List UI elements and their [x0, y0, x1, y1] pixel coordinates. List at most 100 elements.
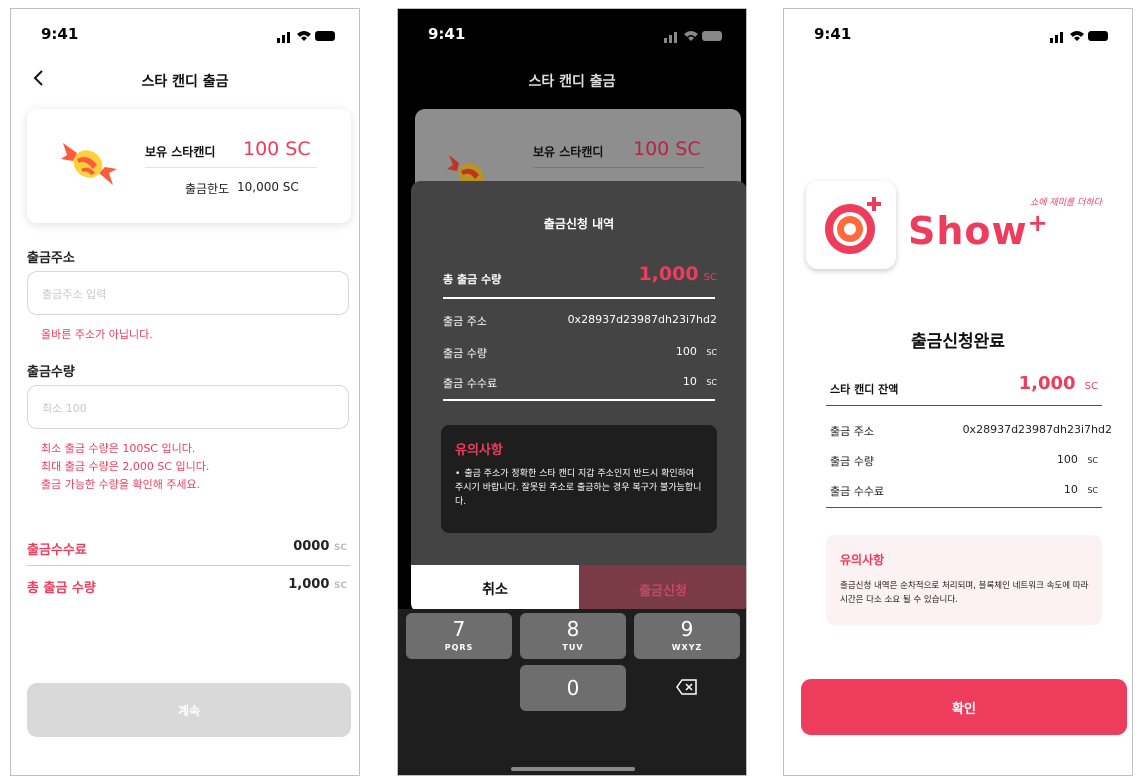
fee-label: 출금수수료: [27, 543, 87, 558]
home-indicator: [511, 767, 635, 771]
withdraw-form-screen: 9:41 스타 캔디 출금 보유 스타캔디 100 SC 출금한도 10,000…: [10, 8, 360, 776]
balance-label: 보유 스타캔디: [145, 145, 216, 159]
withdraw-complete-screen: 9:41 Show+ 쇼에 재미를 더하다 출금신청완료 스타 캔디 잔액 1,…: [783, 8, 1133, 776]
status-time: 9:41: [428, 25, 466, 43]
address-placeholder: 출금주소 입력: [42, 288, 107, 301]
status-icons: [277, 31, 335, 43]
amount-input[interactable]: 최소 100: [27, 385, 349, 429]
amount-value: 100: [675, 345, 697, 358]
key-7-number: 7: [452, 617, 466, 641]
key-0-number: 0: [566, 676, 580, 700]
backspace-icon[interactable]: [676, 679, 698, 695]
total-value: 1,000: [638, 263, 699, 285]
fee-unit: SC: [1087, 486, 1098, 495]
continue-label: 계속: [177, 704, 201, 718]
address-label: 출금 주소: [830, 425, 874, 438]
status-bar: 9:41: [784, 9, 1132, 59]
total-row-value: 1,000 SC: [638, 263, 717, 285]
fee-row-value: 10 SC: [1064, 483, 1098, 496]
amount-row-value: 100 SC: [676, 345, 717, 358]
confirm-label: 확인: [952, 702, 976, 717]
balance-row-value: 1,000 SC: [1019, 373, 1098, 394]
amount-label: 출금 수량: [443, 347, 487, 360]
key-9-number: 9: [680, 617, 694, 641]
fee-label: 출금 수수료: [443, 377, 498, 390]
total-unit: SC: [333, 581, 347, 591]
address-label: 출금 주소: [443, 315, 487, 328]
numeric-keypad: 7 PQRS 8 TUV 9 WXYZ 0: [398, 609, 746, 775]
logo-plus: +: [1027, 209, 1049, 237]
status-time: 9:41: [41, 25, 79, 43]
show-plus-logo-icon: [825, 197, 881, 254]
fee-unit: SC: [333, 543, 347, 553]
notice-text: 출금신청 내역은 순차적으로 처리되며, 블록체인 네트워크 속도에 따라 시간…: [840, 581, 1089, 605]
amount-unit: SC: [1087, 456, 1098, 465]
address-error: 올바른 주소가 아닙니다.: [41, 328, 153, 341]
fee-value: 10: [1063, 483, 1078, 496]
show-wordmark: Show+: [908, 209, 1049, 253]
amount-error-2: 최대 출금 수량은 2,000 SC 입니다.: [41, 460, 210, 473]
amount-error-3: 출금 가능한 수량을 확인해 주세요.: [41, 478, 201, 491]
fee-label: 출금 수수료: [830, 485, 885, 498]
withdraw-summary-modal: 출금신청 내역 총 출금 수량 1,000 SC 출금 주소 0x28937d2…: [411, 181, 746, 613]
amount-row-value: 100 SC: [1057, 453, 1098, 466]
modal-title: 출금신청 내역: [543, 217, 615, 231]
page-title: 스타 캔디 출금: [528, 74, 616, 90]
key-9-letters: WXYZ: [671, 643, 703, 652]
key-8-number: 8: [566, 617, 580, 641]
complete-title: 출금신청완료: [911, 332, 1005, 352]
limit-value: 10,000 SC: [237, 180, 299, 194]
cancel-button[interactable]: 취소: [411, 565, 579, 613]
status-bar: 9:41: [398, 9, 746, 59]
address-value: 0x28937d23987dh23i7hd2: [567, 313, 717, 326]
status-icons: [1050, 31, 1108, 43]
balance-label: 스타 캔디 잔액: [830, 383, 899, 396]
limit-label: 출금한도: [185, 182, 230, 196]
amount-unit: SC: [706, 348, 717, 357]
address-label: 출금주소: [27, 251, 75, 266]
status-icons: [664, 31, 722, 43]
confirm-button[interactable]: 확인: [801, 679, 1127, 735]
balance-label: 보유 스타캔디: [533, 145, 604, 159]
fee-unit: SC: [706, 378, 717, 387]
key-8[interactable]: 8 TUV: [520, 613, 626, 659]
notice-title: 유의사항: [455, 443, 503, 458]
logo-text: Show: [908, 209, 1028, 253]
total-value: 1,000: [288, 577, 330, 592]
balance-value: 100 SC: [633, 138, 701, 160]
notice-box: 유의사항 출금신청 내역은 순차적으로 처리되며, 블록체인 네트워크 속도에 …: [826, 535, 1102, 625]
key-0[interactable]: 0: [520, 665, 626, 711]
notice-box: 유의사항 • 출금 주소가 정확한 스타 캔디 지갑 주소인지 반드시 확인하여 …: [441, 425, 717, 533]
total-row-value: 1,000 SC: [288, 577, 347, 592]
fee-row-value: 0000 SC: [293, 539, 347, 554]
key-8-letters: TUV: [562, 643, 584, 652]
address-value: 0x28937d23987dh23i7hd2: [962, 423, 1112, 436]
total-unit: SC: [703, 272, 717, 283]
amount-placeholder: 최소 100: [42, 402, 87, 415]
candy-icon: [61, 143, 117, 185]
status-time: 9:41: [814, 25, 852, 43]
balance-card: 보유 스타캔디 100 SC 출금한도 10,000 SC: [27, 109, 351, 223]
amount-label: 출금수량: [27, 365, 75, 380]
address-input[interactable]: 출금주소 입력: [27, 271, 349, 315]
notice-text: • 출금 주소가 정확한 스타 캔디 지갑 주소인지 반드시 확인하여 주시기 바…: [455, 469, 702, 507]
fee-value: 0000: [293, 539, 330, 554]
fee-row-value: 10 SC: [683, 375, 717, 388]
submit-withdraw-button[interactable]: 출금신청: [579, 565, 746, 613]
notice-title: 유의사항: [840, 553, 885, 567]
key-7-letters: PQRS: [444, 643, 474, 652]
total-label: 총 출금 수량: [443, 273, 502, 286]
cancel-label: 취소: [482, 582, 508, 598]
amount-value: 100: [1056, 453, 1078, 466]
continue-button[interactable]: 계속: [27, 683, 351, 737]
status-bar: 9:41: [11, 9, 359, 59]
key-7[interactable]: 7 PQRS: [406, 613, 512, 659]
balance-value: 1,000: [1018, 373, 1076, 394]
balance-unit: SC: [1084, 381, 1098, 392]
key-9[interactable]: 9 WXYZ: [634, 613, 740, 659]
amount-error-1: 최소 출금 수량은 100SC 입니다.: [41, 442, 196, 455]
logo-tagline: 쇼에 재미를 더하다: [1030, 198, 1102, 208]
amount-label: 출금 수량: [830, 455, 874, 468]
withdraw-confirm-screen: 9:41 스타 캔디 출금 보유 스타캔디 100 SC 출금신청 내역 총 출…: [397, 8, 747, 776]
balance-value: 100 SC: [243, 138, 311, 160]
